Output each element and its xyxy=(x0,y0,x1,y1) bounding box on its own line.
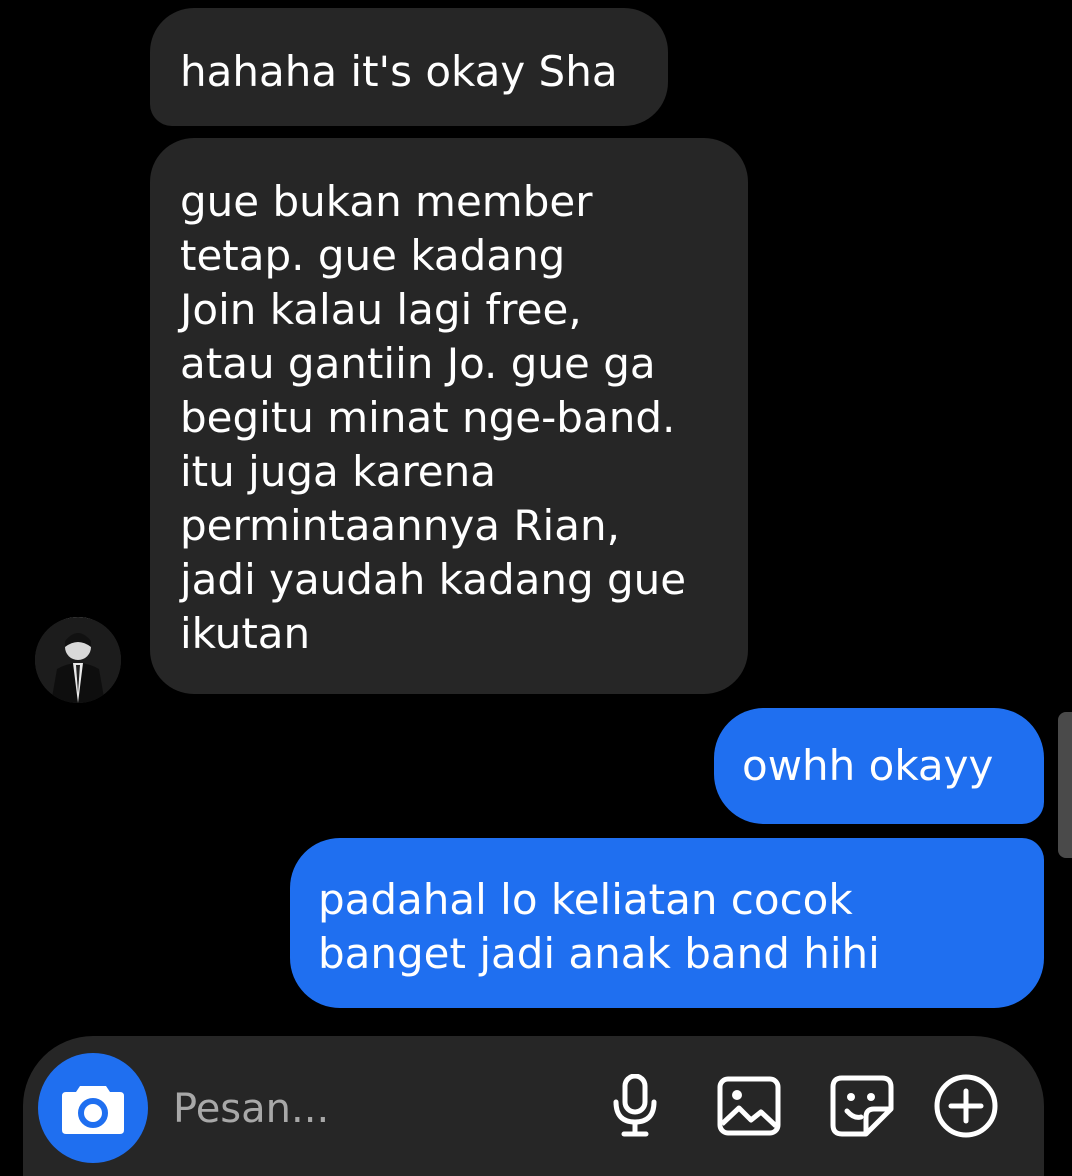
message-text: permintaannya Rian, xyxy=(180,501,620,550)
message-text: tetap. gue kadang xyxy=(180,231,566,280)
message-text: banget jadi anak band hihi xyxy=(318,929,880,978)
message-text: jadi yaudah kadang gue xyxy=(180,555,687,604)
more-options-button[interactable] xyxy=(932,1072,1000,1140)
plus-icon xyxy=(934,1074,998,1138)
message-text: hahaha it's okay Sha xyxy=(180,47,618,96)
microphone-icon xyxy=(613,1074,657,1137)
outgoing-message-bubble[interactable]: padahal lo keliatan cocok banget jadi an… xyxy=(290,838,1044,1008)
message-text: Join kalau lagi free, xyxy=(180,285,582,334)
message-composer xyxy=(23,1036,1044,1176)
message-text: gue bukan member xyxy=(180,177,593,226)
outgoing-message-bubble[interactable]: owhh okayy xyxy=(714,708,1044,824)
message-text: padahal lo keliatan cocok xyxy=(318,875,853,924)
message-input[interactable] xyxy=(173,1081,593,1137)
message-text: ikutan xyxy=(180,609,311,658)
scrollbar[interactable] xyxy=(1058,712,1072,858)
message-text: itu juga karena xyxy=(180,447,497,496)
incoming-message-bubble[interactable]: hahaha it's okay Sha xyxy=(150,8,668,126)
gallery-button[interactable] xyxy=(715,1072,783,1140)
camera-button[interactable] xyxy=(38,1053,148,1163)
incoming-message-bubble[interactable]: gue bukan member tetap. gue kadang Join … xyxy=(150,138,748,694)
message-text: begitu minat nge-band. xyxy=(180,393,676,442)
camera-icon xyxy=(62,1086,124,1134)
avatar-photo xyxy=(35,617,121,703)
message-text: atau gantiin Jo. gue ga xyxy=(180,339,656,388)
message-text: owhh okayy xyxy=(742,741,994,790)
sender-avatar[interactable] xyxy=(35,617,121,703)
sticker-icon xyxy=(830,1075,894,1137)
voice-message-button[interactable] xyxy=(601,1072,669,1140)
gallery-icon xyxy=(717,1076,781,1136)
sticker-button[interactable] xyxy=(828,1072,896,1140)
